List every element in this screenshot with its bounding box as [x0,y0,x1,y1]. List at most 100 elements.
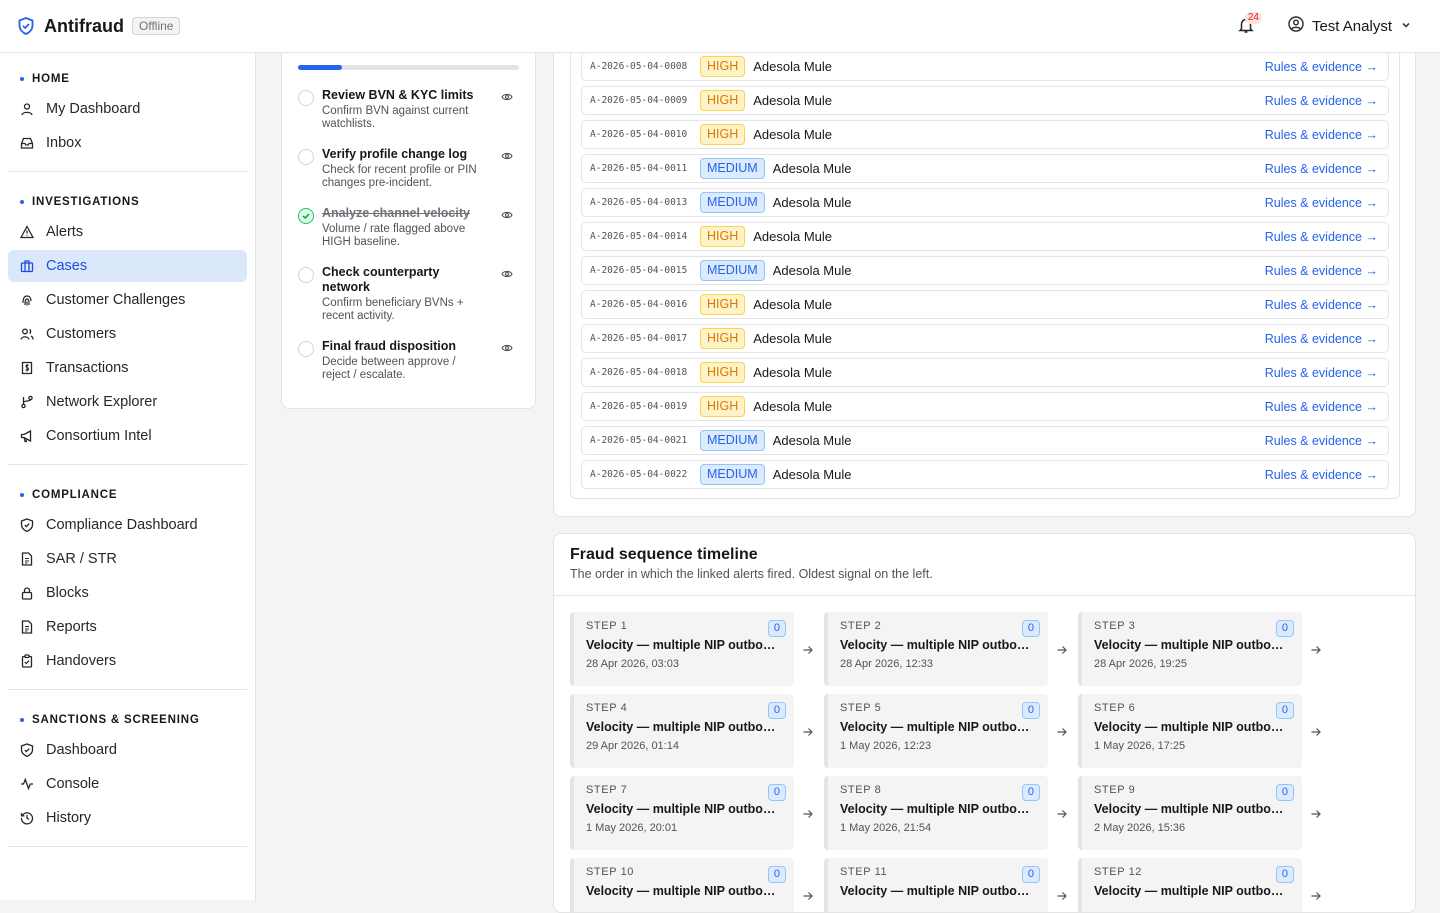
arrow-right-icon [1310,725,1322,737]
eye-icon[interactable] [501,90,513,102]
sidebar-item-my-dashboard[interactable]: My Dashboard [8,93,247,125]
rules-evidence-link[interactable]: Rules & evidence → [1265,468,1378,482]
rules-evidence-link[interactable]: Rules & evidence → [1265,162,1378,176]
alert-row: A-2026-05-04-0015 MEDIUM Adesola Mule Rules… [581,256,1389,285]
severity-badge: HIGH [700,362,746,383]
user-menu[interactable]: Test Analyst [1288,16,1412,36]
alert-id: A-2026-05-04-0017 [590,333,688,344]
notifications-button[interactable]: 24 [1228,8,1264,44]
timeline-step[interactable]: STEP 11 0 Velocity — multiple NIP outbound… [824,858,1048,912]
step-label: STEP 4 [586,702,628,714]
step-label: STEP 11 [840,866,888,878]
customer-name: Adesola Mule [772,161,852,176]
sidebar-item-label: Customer Challenges [46,292,186,308]
sidebar-item-customers[interactable]: Customers [8,318,247,350]
timeline-step[interactable]: STEP 10 0 Velocity — multiple NIP outbound… [570,858,794,912]
checklist-task[interactable]: Final fraud disposition Decide between ap… [298,339,519,382]
timeline-step[interactable]: STEP 3 0 Velocity — multiple NIP outbound … [1078,612,1302,686]
rules-evidence-link[interactable]: Rules & evidence → [1265,400,1378,414]
nav-section-sanctions-screening: SANCTIONS & SCREENING Dashboard Console His… [8,702,247,847]
alert-row: A-2026-05-04-0011 MEDIUM Adesola Mule Rules… [581,154,1389,183]
nav-section-heading: COMPLIANCE [8,483,247,509]
checklist-task[interactable]: Check counterparty network Confirm benefi… [298,265,519,323]
sidebar-item-consortium-intel[interactable]: Consortium Intel [8,420,247,452]
timeline-step[interactable]: STEP 9 0 Velocity — multiple NIP outbound … [1078,776,1302,850]
rules-evidence-link[interactable]: Rules & evidence → [1265,264,1378,278]
sidebar-item-network-explorer[interactable]: Network Explorer [8,386,247,418]
sidebar-item-customer-challenges[interactable]: Customer Challenges [8,284,247,316]
alert-id: A-2026-05-04-0014 [590,231,688,242]
rules-evidence-link[interactable]: Rules & evidence → [1265,60,1378,74]
task-checkbox[interactable] [298,149,314,165]
step-title: Velocity — multiple NIP outbound transfe… [840,802,1036,816]
severity-badge: MEDIUM [700,464,765,485]
eye-icon[interactable] [501,341,513,353]
sidebar-item-reports[interactable]: Reports [8,611,247,643]
customer-name: Adesola Mule [753,59,833,74]
step-title: Velocity — multiple NIP outbound transfe… [586,638,782,652]
task-checkbox[interactable] [298,341,314,357]
sidebar-item-blocks[interactable]: Blocks [8,577,247,609]
dashboard-icon [20,102,34,116]
rules-evidence-link[interactable]: Rules & evidence → [1265,298,1378,312]
arrow-right-icon [1056,889,1068,901]
sidebar-item-handovers[interactable]: Handovers [8,645,247,677]
timeline-step[interactable]: STEP 8 0 Velocity — multiple NIP outbound … [824,776,1048,850]
sidebar-item-history[interactable]: History [8,802,247,834]
step-timestamp: 28 Apr 2026, 12:33 [840,658,933,670]
timeline-step[interactable]: STEP 6 0 Velocity — multiple NIP outbound … [1078,694,1302,768]
alert-id: A-2026-05-04-0011 [590,163,688,174]
alert-row: A-2026-05-04-0022 MEDIUM Adesola Mule Rules… [581,460,1389,489]
megaphone-icon [20,429,34,443]
severity-badge: MEDIUM [700,192,765,213]
sidebar-item-compliance-dashboard[interactable]: Compliance Dashboard [8,509,247,541]
customer-name: Adesola Mule [772,195,852,210]
timeline-step[interactable]: STEP 4 0 Velocity — multiple NIP outbound … [570,694,794,768]
step-label: STEP 2 [840,620,882,632]
task-checkbox[interactable] [298,90,314,106]
rules-evidence-link[interactable]: Rules & evidence → [1265,128,1378,142]
timeline-step[interactable]: STEP 2 0 Velocity — multiple NIP outbound … [824,612,1048,686]
checklist-task[interactable]: Review BVN & KYC limits Confirm BVN again… [298,88,519,131]
task-complete-check-icon[interactable] [298,208,314,224]
step-timestamp: 1 May 2026, 12:23 [840,740,932,752]
step-timestamp: 28 Apr 2026, 03:03 [586,658,679,670]
rules-evidence-link[interactable]: Rules & evidence → [1265,230,1378,244]
eye-icon[interactable] [501,208,513,220]
sidebar-item-alerts[interactable]: Alerts [8,216,247,248]
rules-evidence-link[interactable]: Rules & evidence → [1265,94,1378,108]
rules-evidence-link[interactable]: Rules & evidence → [1265,332,1378,346]
alert-id: A-2026-05-04-0021 [590,435,688,446]
sidebar-item-cases[interactable]: Cases [8,250,247,282]
timeline-step[interactable]: STEP 5 0 Velocity — multiple NIP outbound … [824,694,1048,768]
step-timestamp: 1 May 2026, 21:54 [840,822,932,834]
step-timestamp: 1 May 2026, 17:25 [1094,740,1186,752]
task-checkbox[interactable] [298,267,314,283]
checklist-task[interactable]: Verify profile change log Check for recen… [298,147,519,190]
sidebar-item-dashboard[interactable]: Dashboard [8,734,247,766]
receipt-icon [20,361,34,375]
clipboard-icon [20,654,34,668]
step-label: STEP 1 [586,620,628,632]
severity-badge: HIGH [700,396,746,417]
sidebar-item-inbox[interactable]: Inbox [8,127,247,159]
sidebar-item-transactions[interactable]: Transactions [8,352,247,384]
sidebar-item-label: History [46,810,92,826]
timeline-step[interactable]: STEP 12 0 Velocity — multiple NIP outbound… [1078,858,1302,912]
sidebar-item-sar-str[interactable]: SAR / STR [8,543,247,575]
rules-evidence-link[interactable]: Rules & evidence → [1265,434,1378,448]
timeline-step[interactable]: STEP 7 0 Velocity — multiple NIP outbound … [570,776,794,850]
eye-icon[interactable] [501,149,513,161]
timeline-step[interactable]: STEP 1 0 Velocity — multiple NIP outbound … [570,612,794,686]
checklist-task[interactable]: Analyze channel velocity Volume / rate fl… [298,206,519,249]
sidebar-item-label: Transactions [46,360,129,376]
rules-evidence-link[interactable]: Rules & evidence → [1265,196,1378,210]
section-dot-icon [20,718,24,722]
eye-icon[interactable] [501,267,513,279]
notification-count-badge: 24 [1244,12,1262,24]
step-count-badge: 0 [1021,702,1040,719]
step-count-badge: 0 [767,620,786,637]
shield-check-icon [20,743,34,757]
rules-evidence-link[interactable]: Rules & evidence → [1265,366,1378,380]
sidebar-item-console[interactable]: Console [8,768,247,800]
